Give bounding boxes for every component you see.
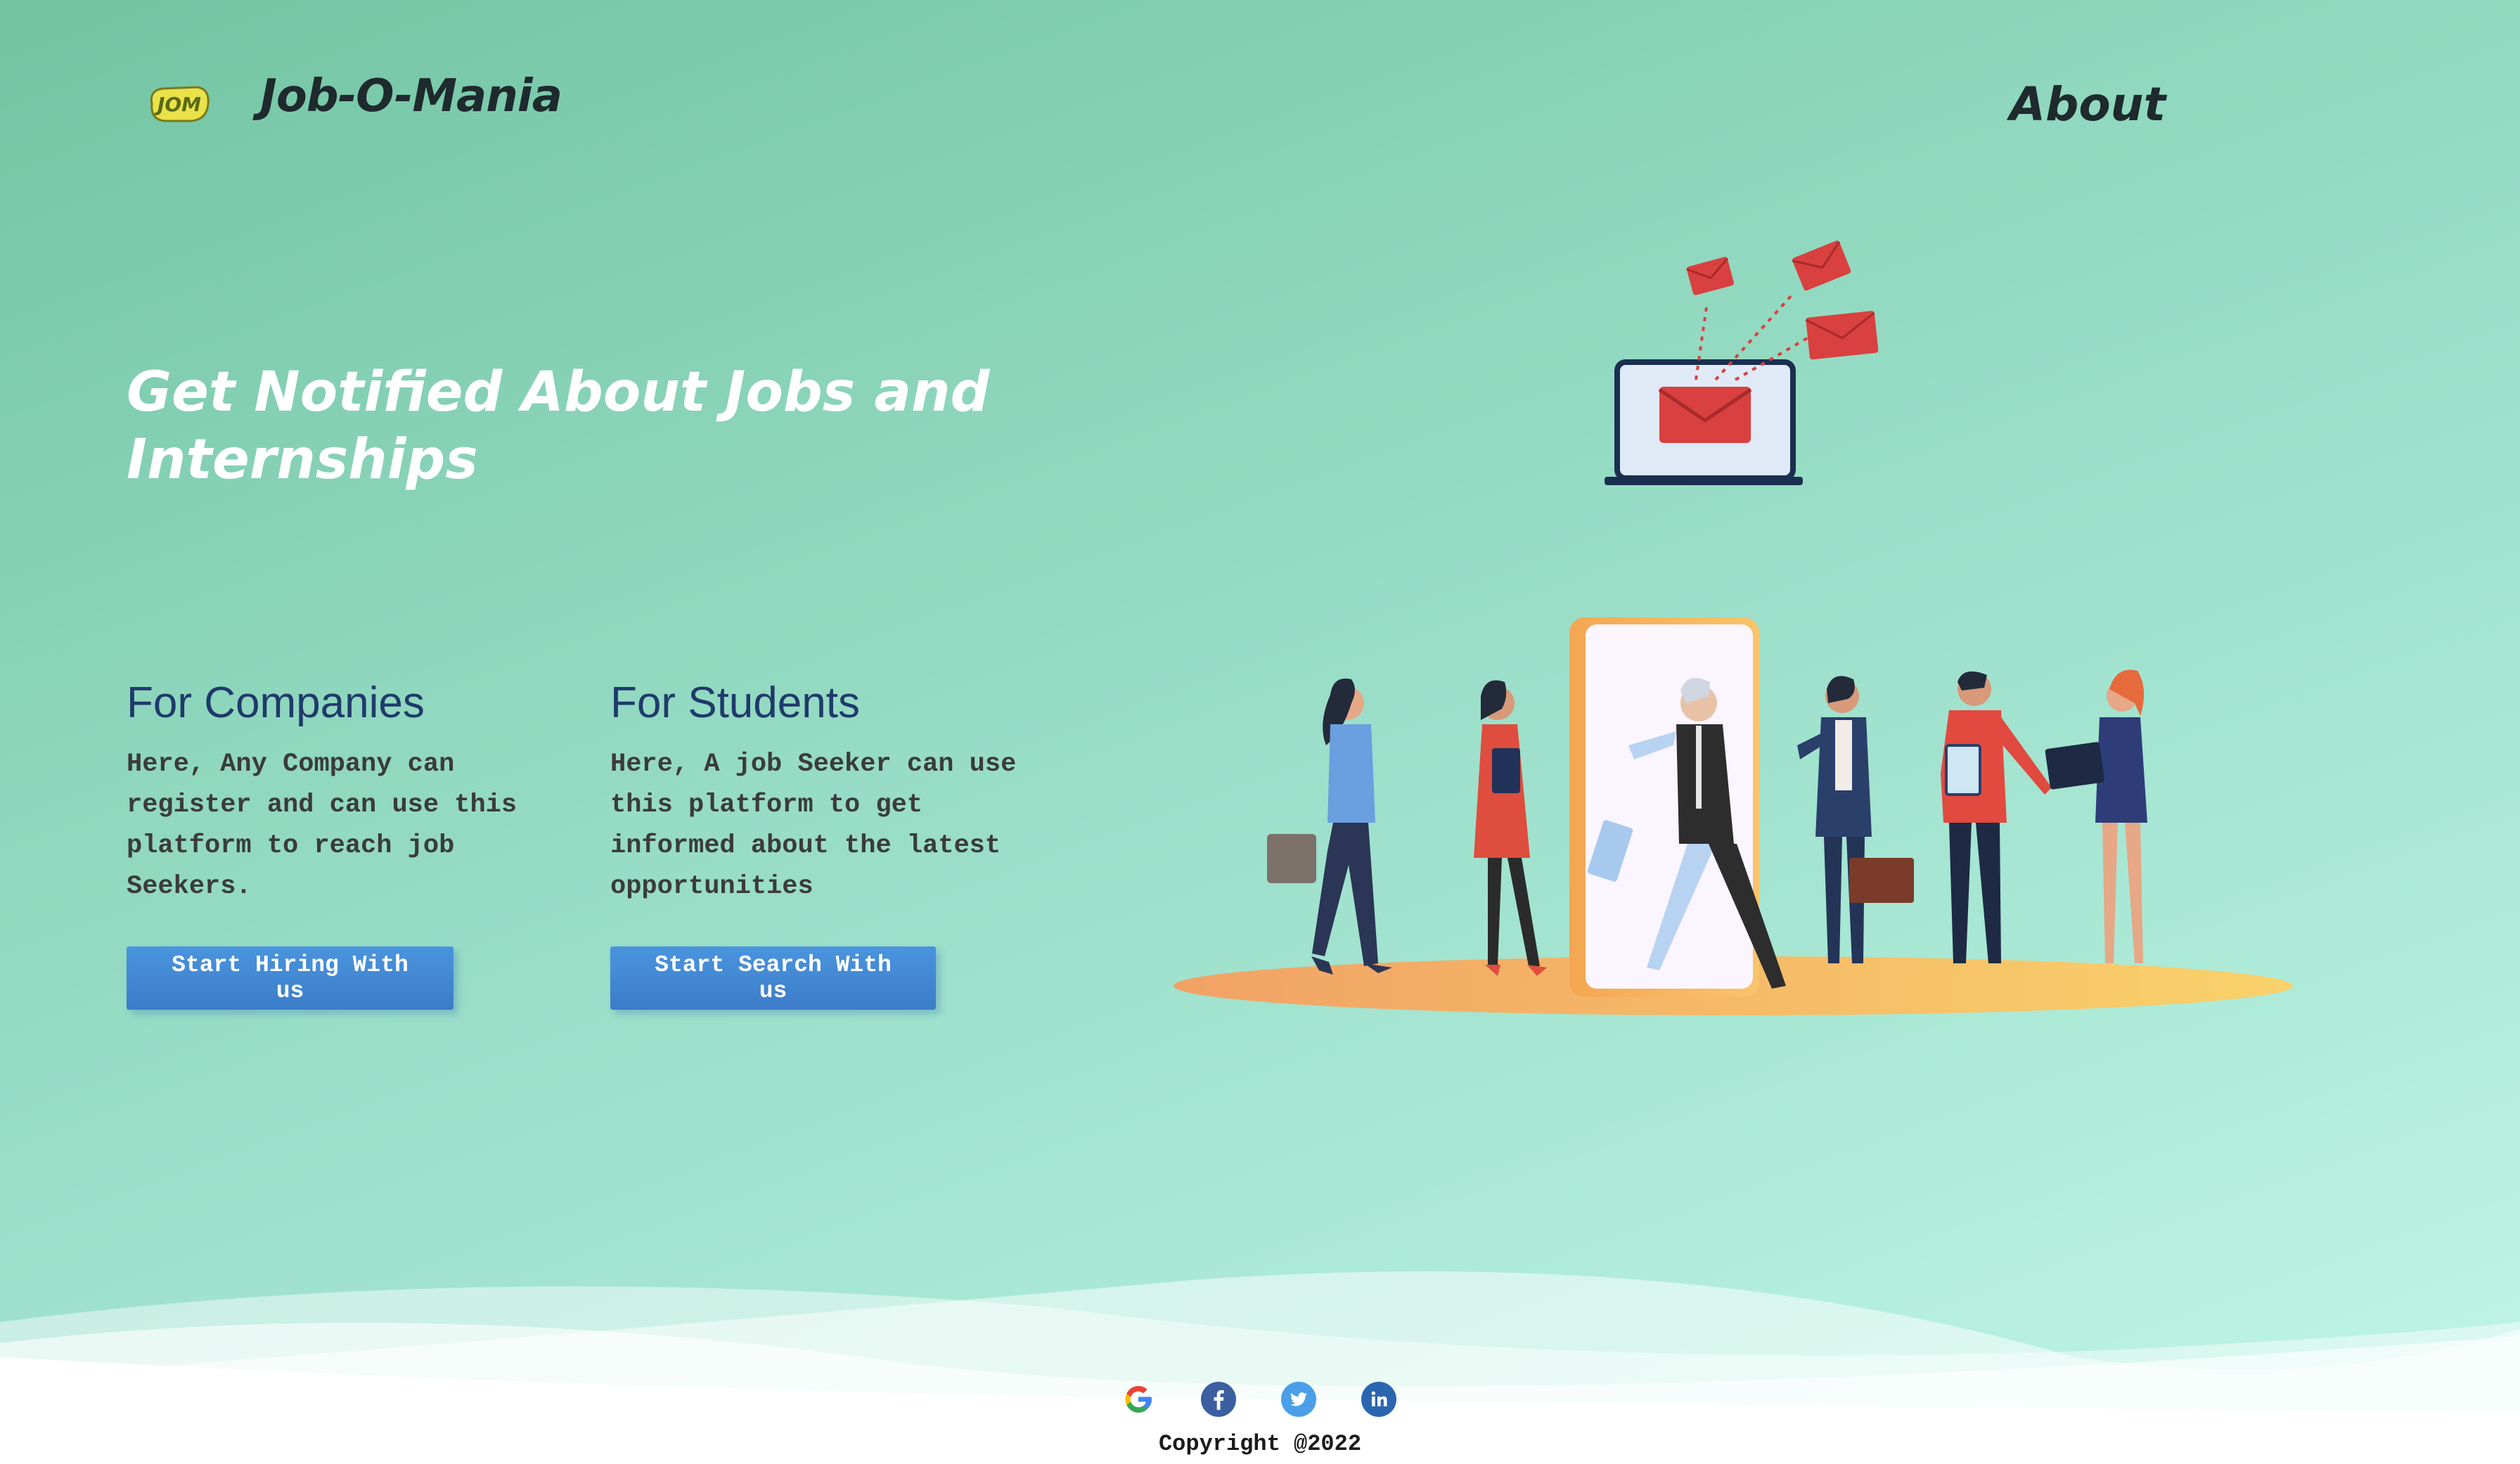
envelope-icon [1686,257,1734,295]
person-man-red-shirt-icon [1941,671,2052,963]
start-hiring-button[interactable]: Start Hiring With us [127,946,454,1010]
companies-description: Here, Any Company can register and can u… [127,750,518,901]
students-section: For Students Here, A job Seeker can use … [610,674,1060,907]
envelope-icon [1792,240,1851,291]
copyright-text: Copyright @2022 [1158,1431,1362,1457]
person-woman-laptop-icon [2045,669,2147,963]
site-header: JOM Job-O-Mania About [0,0,2520,211]
students-description: Here, A job Seeker can use this platform… [610,750,1017,901]
companies-section: For Companies Here, Any Company can regi… [127,674,577,907]
envelope-icon [1805,311,1879,360]
linkedin-icon[interactable] [1361,1382,1396,1417]
companies-heading: For Companies [127,679,425,727]
start-search-button[interactable]: Start Search With us [610,946,936,1010]
person-walking-woman-icon [1267,678,1392,975]
hero-illustration [1174,240,2293,1015]
brand-name: Job-O-Mania [260,70,562,122]
social-links [1121,1382,1396,1417]
facebook-icon[interactable] [1201,1382,1236,1417]
envelope-icon [1658,387,1752,443]
person-woman-blazer-icon [1797,676,1914,963]
nav-about-link[interactable]: About [2010,77,2166,131]
google-icon[interactable] [1121,1382,1156,1417]
person-woman-red-dress-icon [1474,680,1547,976]
jom-logo-icon[interactable]: JOM [148,83,211,125]
hero-title: Get Notified About Jobs and Internships [127,361,990,492]
students-heading: For Students [610,679,860,727]
logo-text: JOM [154,93,201,116]
twitter-icon[interactable] [1281,1382,1316,1417]
email-laptop-icon [1605,359,1803,485]
